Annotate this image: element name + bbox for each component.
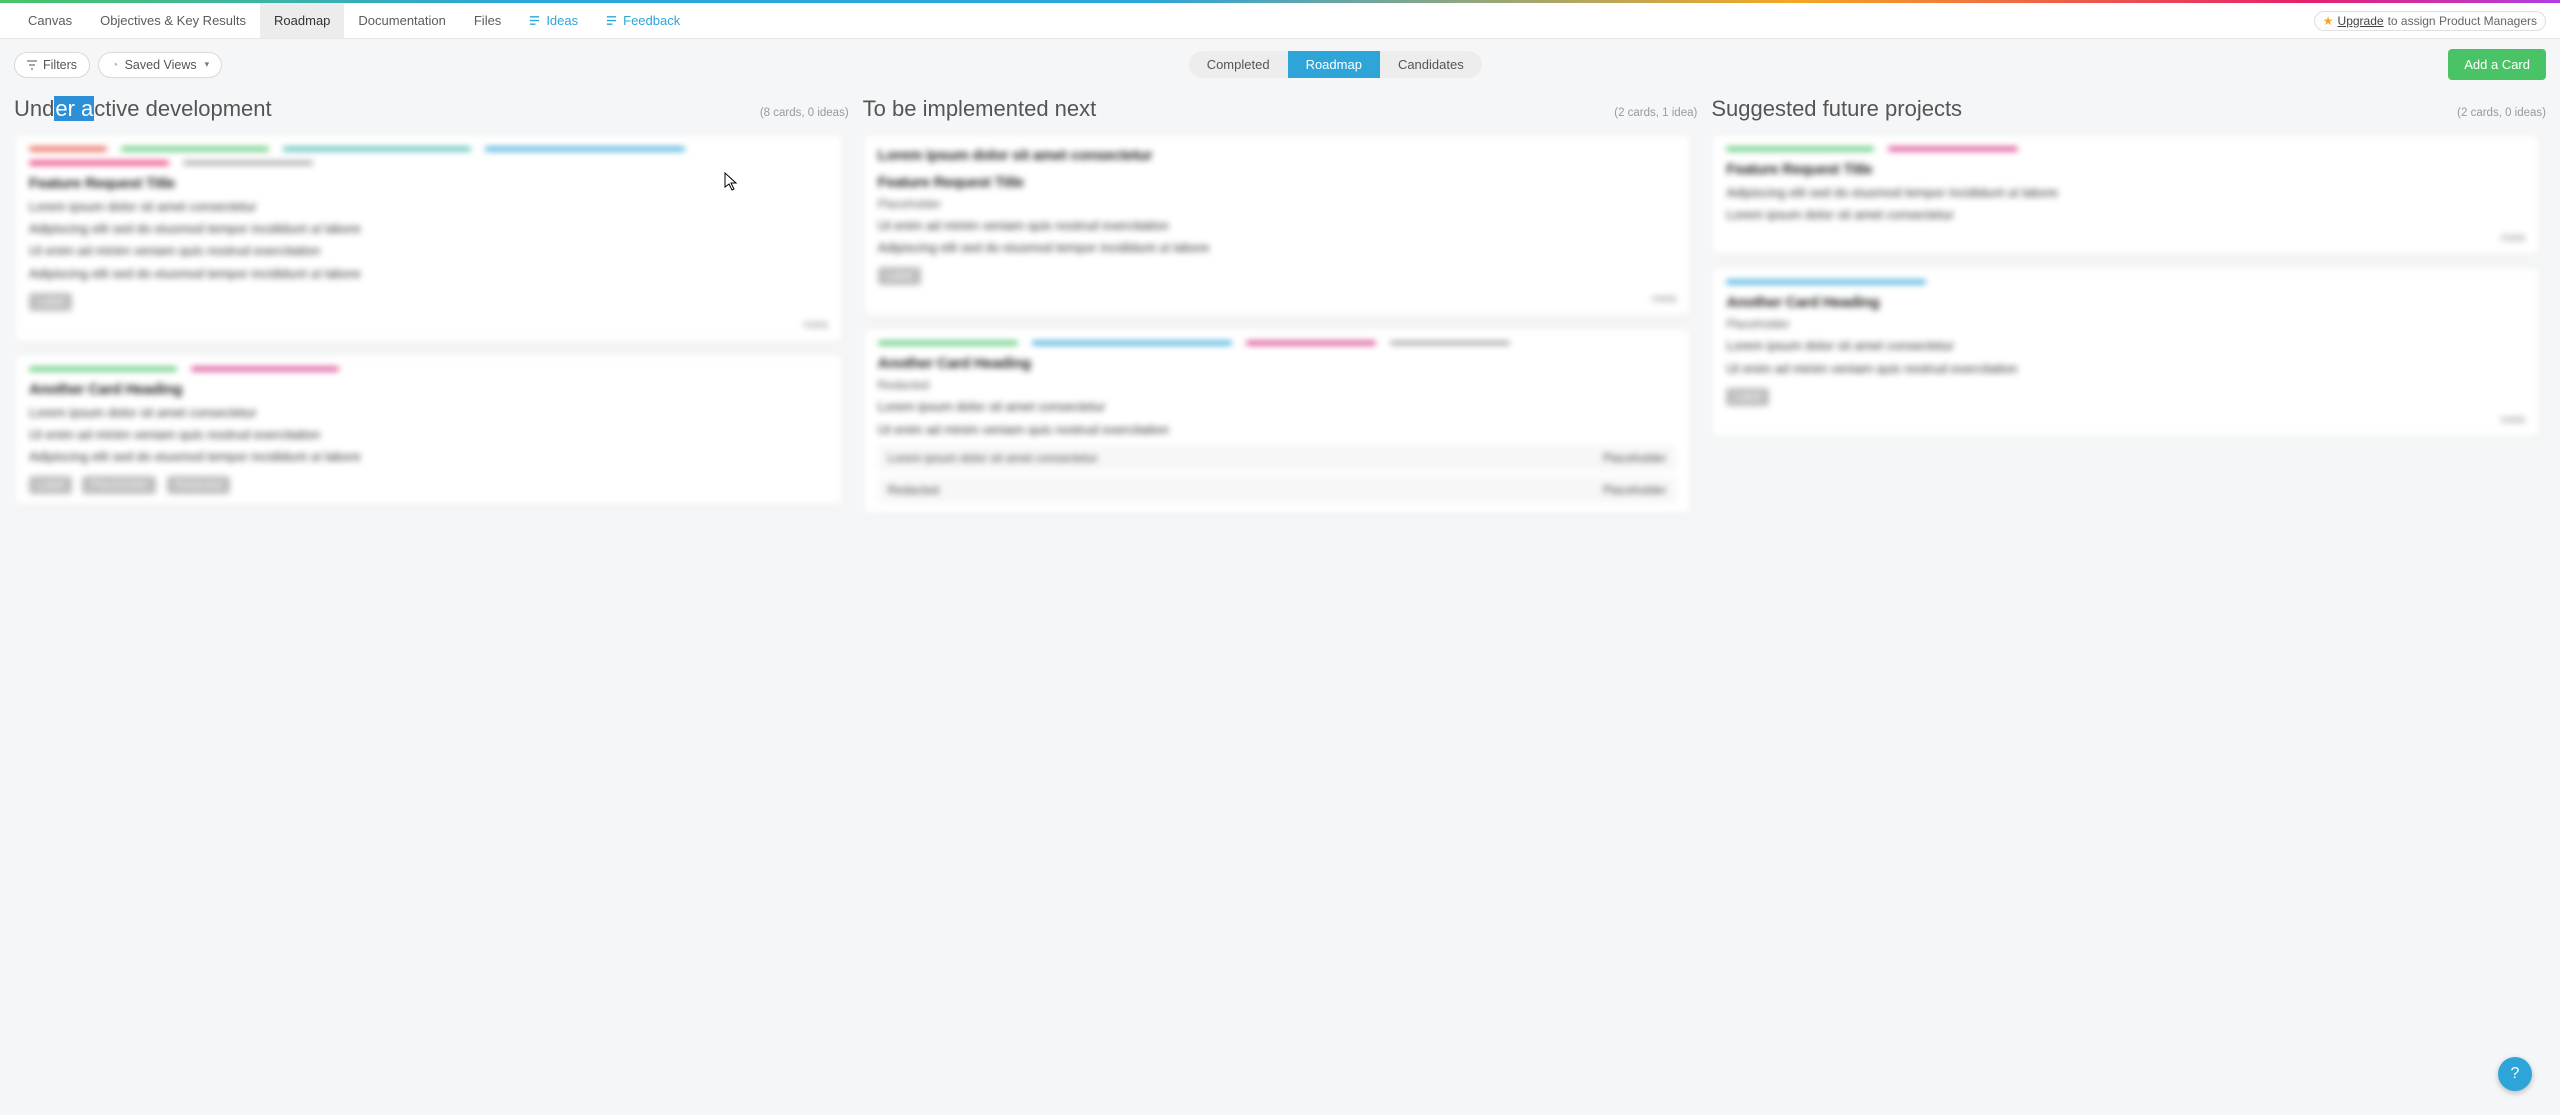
column-next: To be implemented next (2 cards, 1 idea)… bbox=[863, 90, 1698, 1081]
tab-feedback[interactable]: Feedback bbox=[592, 3, 694, 38]
roadmap-card[interactable]: Feature Request Title Lorem ipsum dolor … bbox=[14, 134, 843, 342]
column-count: (2 cards, 0 ideas) bbox=[2457, 107, 2546, 119]
filter-icon bbox=[27, 60, 37, 70]
card-text: Adipiscing elit sed do eiusmod tempor in… bbox=[29, 220, 828, 238]
filters-button[interactable]: Filters bbox=[14, 52, 90, 78]
column-title-highlight: er a bbox=[54, 96, 94, 121]
toolbar: Filters ◔ Saved Views ▾ Completed Roadma… bbox=[0, 39, 2560, 90]
column-title-pre: Und bbox=[14, 96, 54, 121]
ideas-icon bbox=[529, 15, 540, 26]
column-header: Suggested future projects (2 cards, 0 id… bbox=[1711, 90, 2546, 134]
tab-files[interactable]: Files bbox=[460, 3, 515, 38]
card-text: Adipiscing elit sed do eiusmod tempor in… bbox=[29, 448, 828, 466]
upgrade-pill[interactable]: ★ Upgrade to assign Product Managers bbox=[2314, 11, 2546, 31]
filters-label: Filters bbox=[43, 58, 77, 72]
column-title[interactable]: Suggested future projects bbox=[1711, 96, 1962, 122]
segment-roadmap[interactable]: Roadmap bbox=[1288, 51, 1380, 78]
card-chip: Redacted bbox=[167, 476, 230, 494]
card-meta: Placeholder bbox=[878, 197, 1677, 211]
card-text: Lorem ipsum dolor sit amet consectetur bbox=[29, 198, 828, 216]
card-text: Ut enim ad minim veniam quis nostrud exe… bbox=[29, 426, 828, 444]
card-text: Ut enim ad minim veniam quis nostrud exe… bbox=[29, 242, 828, 260]
column-future: Suggested future projects (2 cards, 0 id… bbox=[1711, 90, 2546, 1081]
card-title: Feature Request Title bbox=[1726, 161, 2525, 178]
saved-views-label: Saved Views bbox=[125, 58, 197, 72]
tab-ideas-label: Ideas bbox=[546, 13, 578, 28]
tab-canvas[interactable]: Canvas bbox=[14, 3, 86, 38]
card-footer: meta bbox=[1726, 414, 2525, 426]
card-footer: meta bbox=[1726, 232, 2525, 244]
card-chip: Placeholder bbox=[82, 476, 156, 494]
star-icon: ★ bbox=[2323, 14, 2334, 28]
card-text: Adipiscing elit sed do eiusmod tempor in… bbox=[29, 265, 828, 283]
upgrade-tail: to assign Product Managers bbox=[2388, 14, 2537, 28]
column-title[interactable]: Under active development bbox=[14, 96, 272, 122]
card-meta: Placeholder bbox=[1726, 317, 2525, 331]
card-chip: Label bbox=[29, 293, 72, 311]
tab-documentation[interactable]: Documentation bbox=[344, 3, 459, 38]
card-footer: meta bbox=[29, 319, 828, 331]
card-subtitle: Feature Request Title bbox=[878, 174, 1677, 191]
card-title: Another Card Heading bbox=[29, 381, 828, 398]
chevron-down-icon: ▾ bbox=[205, 59, 210, 70]
column-title-post: ctive development bbox=[94, 96, 271, 121]
main-nav: Canvas Objectives & Key Results Roadmap … bbox=[0, 3, 2560, 39]
card-subtask: RedactedPlaceholder bbox=[878, 477, 1677, 503]
card-text: Ut enim ad minim veniam quis nostrud exe… bbox=[1726, 360, 2525, 378]
card-text: Lorem ipsum dolor sit amet consectetur bbox=[1726, 206, 2525, 224]
roadmap-card[interactable]: Another Card Heading Redacted Lorem ipsu… bbox=[863, 328, 1692, 513]
card-title: Another Card Heading bbox=[1726, 294, 2525, 311]
card-text: Ut enim ad minim veniam quis nostrud exe… bbox=[878, 217, 1677, 235]
card-text: Lorem ipsum dolor sit amet consectetur bbox=[1726, 337, 2525, 355]
saved-views-button[interactable]: ◔ Saved Views ▾ bbox=[98, 52, 222, 78]
feedback-icon bbox=[606, 15, 617, 26]
help-button[interactable]: ? bbox=[2498, 1057, 2532, 1091]
card-meta: Redacted bbox=[878, 378, 1677, 392]
card-title: Another Card Heading bbox=[878, 355, 1677, 372]
saved-views-icon: ◔ bbox=[111, 58, 119, 72]
upgrade-link: Upgrade bbox=[2338, 14, 2384, 28]
card-text: Adipiscing elit sed do eiusmod tempor in… bbox=[1726, 184, 2525, 202]
card-chip: Label bbox=[1726, 388, 1769, 406]
card-chip: Label bbox=[878, 267, 921, 285]
roadmap-card[interactable]: Feature Request Title Adipiscing elit se… bbox=[1711, 134, 2540, 255]
card-title: Lorem ipsum dolor sit amet consectetur bbox=[878, 147, 1677, 164]
tab-roadmap[interactable]: Roadmap bbox=[260, 3, 344, 38]
card-subtask: Lorem ipsum dolor sit amet consecteturPl… bbox=[878, 445, 1677, 471]
column-header: To be implemented next (2 cards, 1 idea) bbox=[863, 90, 1698, 134]
column-body[interactable]: Lorem ipsum dolor sit amet consectetur F… bbox=[863, 134, 1698, 1081]
card-text: Lorem ipsum dolor sit amet consectetur bbox=[29, 404, 828, 422]
nav-tabs: Canvas Objectives & Key Results Roadmap … bbox=[14, 3, 694, 38]
roadmap-card[interactable]: Lorem ipsum dolor sit amet consectetur F… bbox=[863, 134, 1692, 316]
board: Under active development (8 cards, 0 ide… bbox=[0, 90, 2560, 1095]
view-segment: Completed Roadmap Candidates bbox=[1189, 51, 1482, 78]
column-header: Under active development (8 cards, 0 ide… bbox=[14, 90, 849, 134]
card-text: Ut enim ad minim veniam quis nostrud exe… bbox=[878, 421, 1677, 439]
column-count: (8 cards, 0 ideas) bbox=[760, 107, 849, 119]
tab-feedback-label: Feedback bbox=[623, 13, 680, 28]
column-body[interactable]: Feature Request Title Adipiscing elit se… bbox=[1711, 134, 2546, 1081]
segment-completed[interactable]: Completed bbox=[1189, 51, 1288, 78]
column-active-dev: Under active development (8 cards, 0 ide… bbox=[14, 90, 849, 1081]
tab-okr[interactable]: Objectives & Key Results bbox=[86, 3, 260, 38]
tab-ideas[interactable]: Ideas bbox=[515, 3, 592, 38]
add-card-button[interactable]: Add a Card bbox=[2448, 49, 2546, 80]
segment-candidates[interactable]: Candidates bbox=[1380, 51, 1482, 78]
card-text: Lorem ipsum dolor sit amet consectetur bbox=[878, 398, 1677, 416]
card-title: Feature Request Title bbox=[29, 175, 828, 192]
column-body[interactable]: Feature Request Title Lorem ipsum dolor … bbox=[14, 134, 849, 1081]
card-chip: Label bbox=[29, 476, 72, 494]
card-text: Adipiscing elit sed do eiusmod tempor in… bbox=[878, 239, 1677, 257]
column-count: (2 cards, 1 idea) bbox=[1614, 107, 1697, 119]
card-footer: meta bbox=[878, 293, 1677, 305]
roadmap-card[interactable]: Another Card Heading Placeholder Lorem i… bbox=[1711, 267, 2540, 436]
column-title[interactable]: To be implemented next bbox=[863, 96, 1097, 122]
roadmap-card[interactable]: Another Card Heading Lorem ipsum dolor s… bbox=[14, 354, 843, 506]
